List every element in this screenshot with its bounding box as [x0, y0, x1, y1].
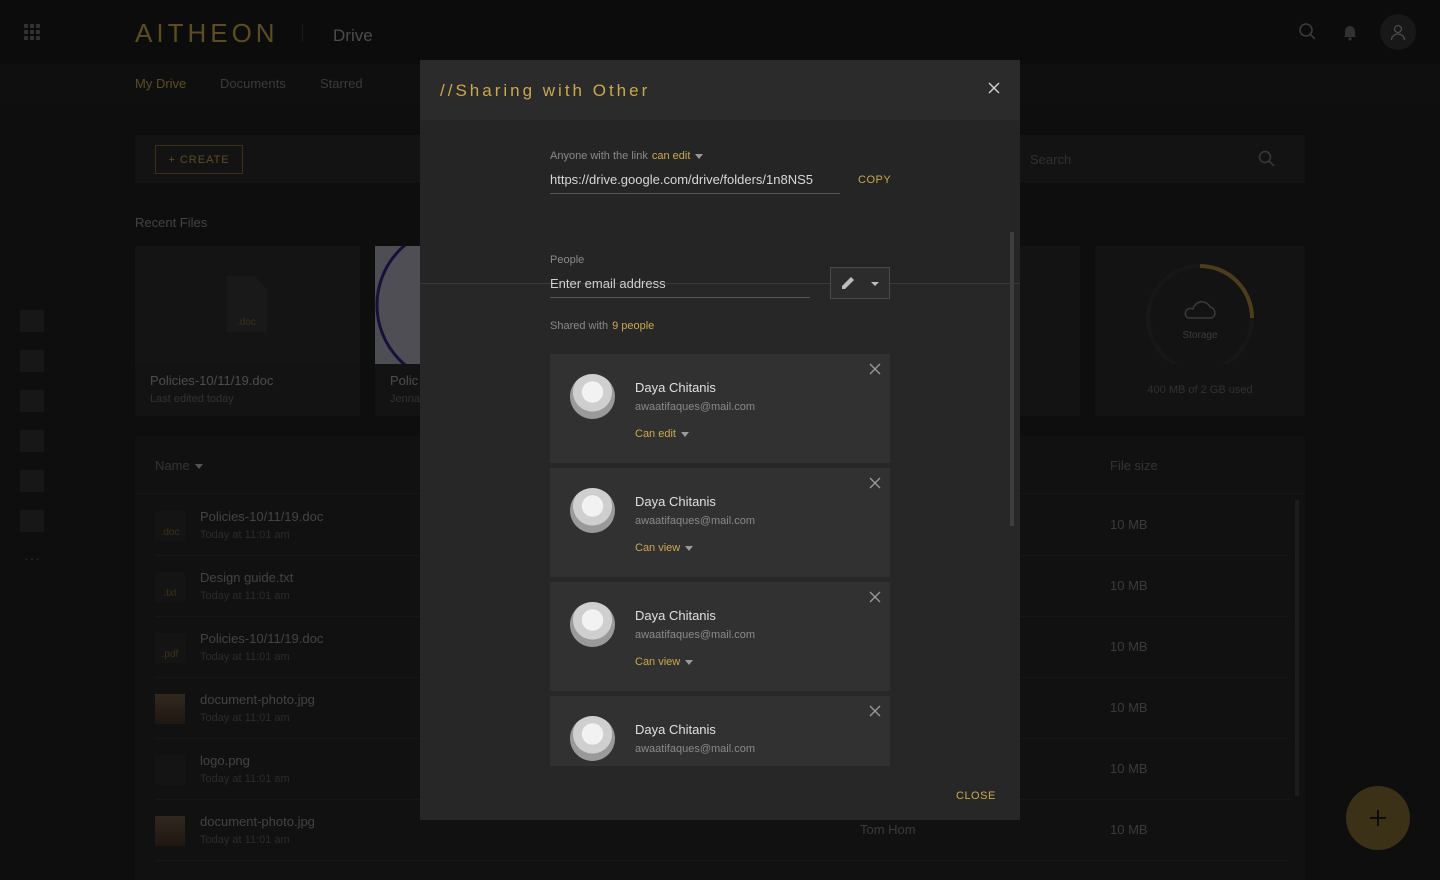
share-dialog: //Sharing with Other Anyone with the lin…	[420, 60, 1020, 820]
dialog-title: //Sharing with Other	[440, 81, 651, 100]
person-email: awaatifaques@mail.com	[635, 401, 755, 413]
people-label: People	[550, 254, 585, 266]
person-email: awaatifaques@mail.com	[635, 743, 755, 755]
shared-person-card: Daya Chitanis awaatifaques@mail.com Can …	[550, 354, 890, 463]
pencil-icon	[842, 277, 879, 289]
email-field[interactable]: Enter email address	[550, 276, 810, 298]
remove-person-icon[interactable]	[869, 705, 881, 717]
person-permission-dropdown[interactable]: Can edit	[635, 428, 689, 440]
remove-person-icon[interactable]	[869, 591, 881, 603]
link-permission-dropdown[interactable]: can edit	[652, 150, 691, 162]
shared-count-link[interactable]: 9 people	[612, 320, 654, 332]
chevron-down-icon	[685, 659, 694, 665]
avatar	[570, 374, 615, 419]
remove-person-icon[interactable]	[869, 477, 881, 489]
people-section: People Enter email address Shared with 9 …	[420, 228, 1020, 766]
chevron-down-icon	[685, 545, 694, 551]
shared-with-summary: Shared with 9 people	[550, 320, 655, 332]
chevron-down-icon	[680, 431, 689, 437]
dialog-footer: CLOSE	[420, 766, 1020, 820]
avatar	[570, 602, 615, 647]
avatar	[570, 488, 615, 533]
close-icon[interactable]	[986, 80, 1002, 96]
permission-select[interactable]	[830, 267, 890, 299]
person-email: awaatifaques@mail.com	[635, 515, 755, 527]
link-sharing-caption: Anyone with the link can edit	[550, 150, 704, 162]
dialog-header: //Sharing with Other	[420, 60, 1020, 120]
shared-person-card: Daya Chitanis awaatifaques@mail.com Can …	[550, 468, 890, 577]
person-name: Daya Chitanis	[635, 494, 716, 509]
remove-person-icon[interactable]	[869, 363, 881, 375]
person-name: Daya Chitanis	[635, 722, 716, 737]
dialog-scrollbar[interactable]	[1010, 232, 1014, 526]
close-button[interactable]: CLOSE	[956, 790, 996, 802]
shared-person-card: Daya Chitanis awaatifaques@mail.com Can …	[550, 582, 890, 691]
person-permission-dropdown[interactable]: Can view	[635, 542, 694, 554]
share-link-field[interactable]: https://drive.google.com/drive/folders/1…	[550, 172, 840, 194]
person-name: Daya Chitanis	[635, 380, 716, 395]
avatar	[570, 716, 615, 761]
chevron-down-icon	[695, 153, 704, 159]
shared-person-card: Daya Chitanis awaatifaques@mail.com	[550, 696, 890, 766]
person-name: Daya Chitanis	[635, 608, 716, 623]
person-email: awaatifaques@mail.com	[635, 629, 755, 641]
person-permission-dropdown[interactable]: Can view	[635, 656, 694, 668]
copy-link-button[interactable]: COPY	[858, 174, 891, 186]
